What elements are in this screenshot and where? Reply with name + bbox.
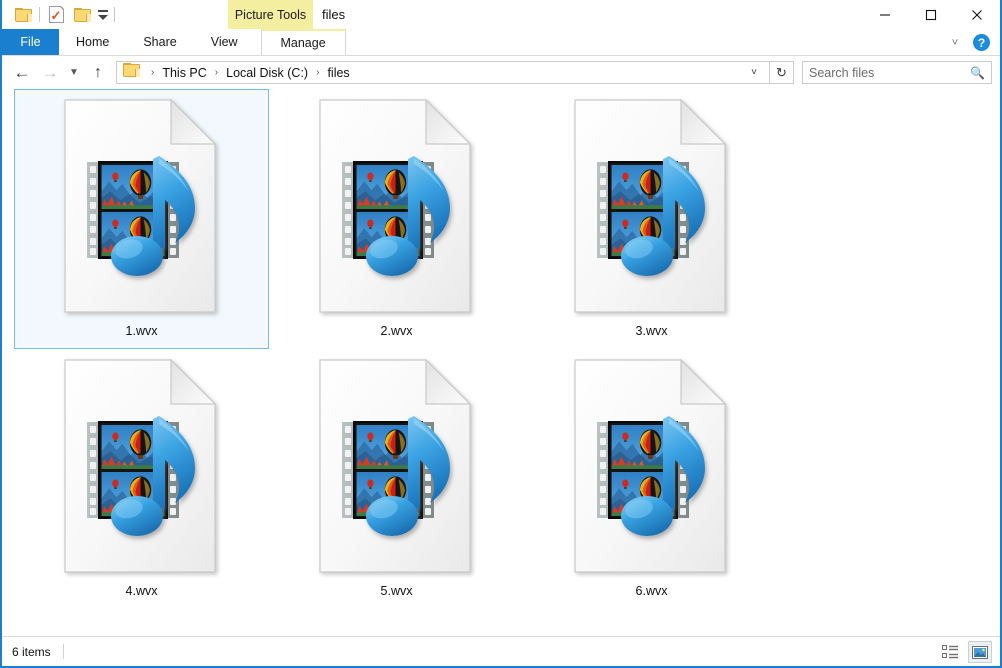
quick-access-toolbar: ✓ — [2, 0, 118, 29]
status-bar: 6 items — [2, 636, 1000, 666]
minimize-button[interactable] — [862, 0, 908, 29]
status-divider — [62, 644, 64, 659]
file-explorer-window: ✓ Picture Tools files File Home Share Vi… — [0, 0, 1002, 668]
large-icons-view-button[interactable] — [968, 641, 992, 663]
maximize-button[interactable] — [908, 0, 954, 29]
file-name-label: 4.wvx — [125, 584, 158, 598]
file-item[interactable]: 4.wvx — [14, 349, 269, 609]
forward-button[interactable]: → — [36, 59, 64, 87]
new-folder-icon[interactable] — [10, 3, 36, 27]
item-count-label: 6 items — [12, 644, 51, 659]
back-button[interactable]: ← — [8, 59, 36, 87]
document-check-icon: ✓ — [48, 5, 65, 23]
media-file-icon — [314, 96, 479, 318]
file-grid: 1.wvx 2.wvx 3.wvx 4.wvx 5.wvx 6.wvx — [14, 89, 984, 609]
folder-icon — [73, 7, 91, 22]
help-button[interactable]: ? — [973, 34, 990, 51]
refresh-button[interactable]: ↻ — [770, 61, 794, 84]
file-name-label: 2.wvx — [380, 324, 413, 338]
search-icon: 🔍 — [970, 65, 985, 80]
breadcrumb-item-files[interactable]: files — [325, 66, 351, 80]
up-button[interactable]: ↑ — [84, 59, 112, 87]
chevron-down-icon — [98, 9, 108, 20]
media-file-icon — [59, 356, 224, 578]
file-name-label: 3.wvx — [635, 324, 668, 338]
media-file-icon — [569, 96, 734, 318]
chevron-up-icon[interactable]: ˅ — [943, 37, 967, 49]
file-name-label: 6.wvx — [635, 584, 668, 598]
file-item[interactable]: 3.wvx — [524, 89, 779, 349]
tab-manage[interactable]: Manage — [260, 29, 346, 55]
file-item[interactable]: 5.wvx — [269, 349, 524, 609]
window-title: files — [322, 7, 346, 22]
file-item[interactable]: 1.wvx — [14, 89, 269, 349]
media-file-icon — [314, 356, 479, 578]
customize-quick-access-button[interactable] — [95, 9, 111, 20]
close-button[interactable] — [954, 0, 1000, 29]
breadcrumb-item-local-disk[interactable]: Local Disk (C:) — [224, 66, 310, 80]
toolbar-divider — [114, 7, 115, 22]
breadcrumb[interactable]: › This PC › Local Disk (C:) › files ˅ — [116, 61, 770, 84]
contextual-tab-group-label: Picture Tools — [228, 0, 313, 29]
properties-button[interactable]: ✓ — [43, 3, 69, 27]
folder-icon — [123, 63, 140, 82]
search-input[interactable]: Search files — [809, 66, 970, 80]
file-list-view[interactable]: 1.wvx 2.wvx 3.wvx 4.wvx 5.wvx 6.wvx — [2, 89, 1000, 636]
tab-view[interactable]: View — [194, 29, 255, 55]
details-view-button[interactable] — [938, 641, 962, 663]
file-item[interactable]: 2.wvx — [269, 89, 524, 349]
view-mode-buttons — [938, 637, 992, 667]
breadcrumb-separator: › — [214, 67, 219, 78]
breadcrumb-separator: › — [151, 67, 155, 78]
window-controls — [862, 0, 1000, 29]
tab-home[interactable]: Home — [59, 29, 126, 55]
folder-button[interactable] — [69, 3, 95, 27]
recent-locations-button[interactable]: ▼ — [64, 59, 84, 87]
details-view-icon — [941, 645, 958, 659]
title-bar: ✓ Picture Tools files — [2, 0, 1000, 29]
tab-share[interactable]: Share — [126, 29, 193, 55]
media-file-icon — [59, 96, 224, 318]
file-name-label: 1.wvx — [125, 324, 158, 338]
search-box[interactable]: Search files 🔍 — [802, 61, 992, 84]
breadcrumb-separator: › — [316, 67, 320, 78]
ribbon-tab-bar: File Home Share View Manage ˅ ? — [2, 29, 1000, 56]
toolbar-divider — [39, 7, 40, 22]
file-name-label: 5.wvx — [380, 584, 413, 598]
breadcrumb-dropdown-icon[interactable]: ˅ — [745, 67, 765, 78]
folder-icon — [14, 7, 32, 22]
large-icons-view-icon — [972, 645, 988, 659]
media-file-icon — [569, 356, 734, 578]
tab-file[interactable]: File — [2, 29, 59, 55]
file-item[interactable]: 6.wvx — [524, 349, 779, 609]
breadcrumb-item-this-pc[interactable]: This PC — [160, 66, 208, 80]
ribbon-right-controls: ˅ ? — [943, 29, 996, 56]
address-bar: ← → ▼ ↑ › This PC › Local Disk (C:) › fi… — [2, 56, 1000, 89]
